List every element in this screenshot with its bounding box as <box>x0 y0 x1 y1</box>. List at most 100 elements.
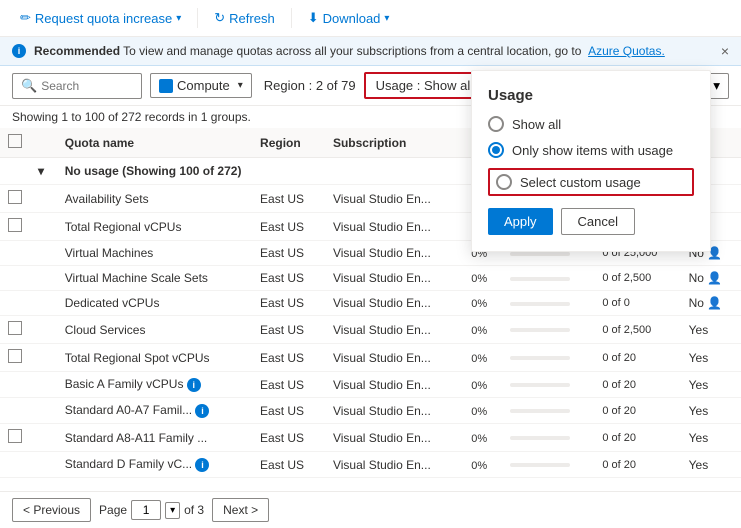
row-subscription: Visual Studio En... <box>325 241 463 266</box>
row-checkbox-cell <box>0 398 30 424</box>
row-subscription: Visual Studio En... <box>325 213 463 241</box>
row-no: No 👤 <box>681 291 741 316</box>
row-checkbox-cell <box>0 424 30 452</box>
row-no: Yes <box>681 344 741 372</box>
compute-dropdown[interactable]: Compute ▾ <box>150 73 252 98</box>
next-button[interactable]: Next > <box>212 498 269 522</box>
page-dropdown-button[interactable]: ▾ <box>165 502 180 519</box>
dropdown-actions: Apply Cancel <box>488 208 694 235</box>
search-input[interactable] <box>41 79 133 93</box>
apply-button[interactable]: Apply <box>488 208 553 235</box>
progress-bar-container <box>510 463 570 467</box>
row-progress <box>502 316 594 344</box>
row-checkbox[interactable] <box>8 190 22 204</box>
only-usage-label: Only show items with usage <box>512 143 673 158</box>
cancel-button[interactable]: Cancel <box>561 208 635 235</box>
previous-button[interactable]: < Previous <box>12 498 91 522</box>
row-pct: 0% <box>463 424 502 452</box>
col-quota-name[interactable]: Quota name <box>57 128 252 158</box>
col-subscription[interactable]: Subscription <box>325 128 463 158</box>
header-checkbox[interactable] <box>8 134 22 148</box>
row-progress <box>502 344 594 372</box>
info-icon: i <box>12 44 26 58</box>
row-region: East US <box>252 291 325 316</box>
row-no: No 👤 <box>681 266 741 291</box>
footer: < Previous Page ▾ of 3 Next > <box>0 491 741 528</box>
row-quota-name: Basic A Family vCPUs i <box>57 372 252 398</box>
progress-bar-container <box>510 356 570 360</box>
banner-close-button[interactable]: × <box>721 43 729 59</box>
user-icon[interactable]: 👤 <box>707 271 722 285</box>
col-checkbox <box>0 128 30 158</box>
row-region: East US <box>252 213 325 241</box>
info-circle-icon: i <box>195 458 209 472</box>
row-checkbox[interactable] <box>8 218 22 232</box>
row-quota-name: Virtual Machines <box>57 241 252 266</box>
request-quota-button[interactable]: ✏ Request quota increase ▾ <box>12 6 189 30</box>
row-quota-name: Cloud Services <box>57 316 252 344</box>
row-expand-cell <box>30 241 57 266</box>
row-subscription: Visual Studio En... <box>325 398 463 424</box>
row-quota-name: Standard A0-A7 Famil... i <box>57 398 252 424</box>
row-expand-cell <box>30 344 57 372</box>
usage-option-custom[interactable]: Select custom usage <box>488 168 694 196</box>
row-subscription: Visual Studio En... <box>325 372 463 398</box>
compute-icon <box>159 79 173 93</box>
row-no: Yes <box>681 372 741 398</box>
row-usage: 0 of 2,500 <box>594 316 680 344</box>
row-expand-cell <box>30 316 57 344</box>
row-checkbox[interactable] <box>8 429 22 443</box>
usage-option-only-usage[interactable]: Only show items with usage <box>488 142 694 158</box>
usage-dropdown-title: Usage <box>488 87 694 104</box>
usage-dropdown: Usage Show all Only show items with usag… <box>471 70 711 252</box>
row-usage: 0 of 0 <box>594 291 680 316</box>
row-region: East US <box>252 424 325 452</box>
progress-bar-container <box>510 409 570 413</box>
table-row: Total Regional Spot vCPUs East US Visual… <box>0 344 741 372</box>
row-quota-name: Total Regional vCPUs <box>57 213 252 241</box>
row-expand-cell <box>30 424 57 452</box>
azure-quotas-link[interactable]: Azure Quotas. <box>588 44 665 58</box>
col-region[interactable]: Region <box>252 128 325 158</box>
usage-button[interactable]: Usage : Show all <box>364 72 486 99</box>
banner-info-text: To view and manage quotas across all you… <box>123 44 581 58</box>
table-row: Basic A Family vCPUs i East US Visual St… <box>0 372 741 398</box>
row-region: East US <box>252 344 325 372</box>
download-button[interactable]: ⬇ Download ▾ <box>300 6 398 30</box>
page-label: Page <box>99 503 127 517</box>
of-label: of 3 <box>184 503 204 517</box>
row-checkbox[interactable] <box>8 349 22 363</box>
page-input[interactable] <box>131 500 161 520</box>
row-checkbox-cell <box>0 266 30 291</box>
row-checkbox-cell <box>0 316 30 344</box>
row-quota-name: Standard A8-A11 Family ... <box>57 424 252 452</box>
row-checkbox-cell <box>0 291 30 316</box>
row-pct: 0% <box>463 398 502 424</box>
refresh-button[interactable]: ↻ Refresh <box>206 6 282 30</box>
row-quota-name: Virtual Machine Scale Sets <box>57 266 252 291</box>
radio-custom[interactable] <box>496 174 512 190</box>
table-row: Virtual Machine Scale Sets East US Visua… <box>0 266 741 291</box>
search-box[interactable]: 🔍 <box>12 73 142 99</box>
compute-label: Compute <box>177 78 230 93</box>
row-checkbox[interactable] <box>8 321 22 335</box>
row-checkbox-cell <box>0 213 30 241</box>
user-icon[interactable]: 👤 <box>707 296 722 310</box>
info-circle-icon: i <box>187 378 201 392</box>
group-expand-cell[interactable]: ▾ <box>30 158 57 185</box>
download-icon: ⬇ <box>308 10 319 26</box>
row-progress <box>502 452 594 478</box>
row-checkbox-cell <box>0 185 30 213</box>
row-usage: 0 of 20 <box>594 398 680 424</box>
table-row: Standard A8-A11 Family ... East US Visua… <box>0 424 741 452</box>
radio-show-all[interactable] <box>488 116 504 132</box>
table-row: Standard A0-A7 Famil... i East US Visual… <box>0 398 741 424</box>
usage-option-show-all[interactable]: Show all <box>488 116 694 132</box>
row-usage: 0 of 20 <box>594 344 680 372</box>
row-region: East US <box>252 316 325 344</box>
row-region: East US <box>252 266 325 291</box>
radio-only-usage[interactable] <box>488 142 504 158</box>
edit-icon: ✏ <box>20 10 31 26</box>
toolbar-divider2 <box>291 8 292 28</box>
row-region: East US <box>252 398 325 424</box>
